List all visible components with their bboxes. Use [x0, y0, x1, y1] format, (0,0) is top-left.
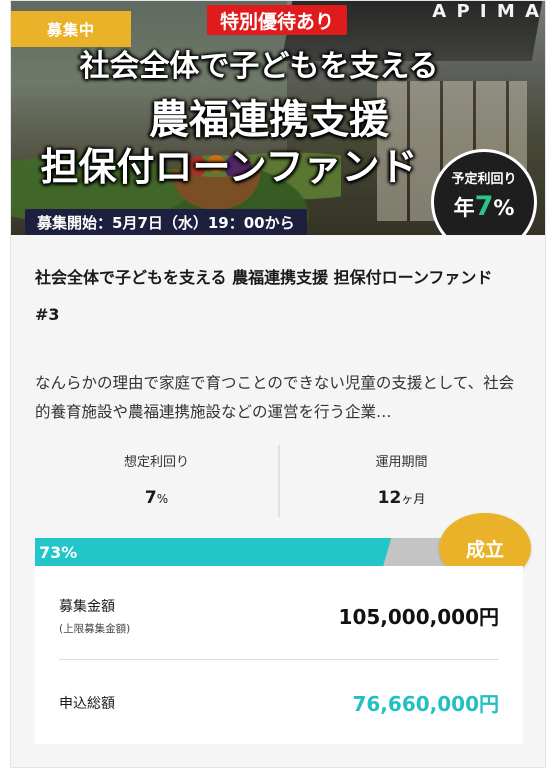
applied-amount-row: 申込総額 76,660,000円 [59, 660, 499, 744]
fund-stats: 想定利回り 7% 運用期間 12ヶ月 [35, 445, 523, 517]
amount-summary: 募集金額 (上限募集金額) 105,000,000円 申込総額 76,660,0… [35, 566, 523, 744]
progress-fill [35, 538, 391, 566]
fund-card[interactable]: 募集中 特別優待あり A P I M A 社会全体で子どもを支える 農福連携支援… [10, 0, 546, 768]
stat-yield-value: 7% [144, 488, 169, 508]
yield-circle-label: 予定利回り [451, 172, 517, 187]
stat-expected-yield: 想定利回り 7% [35, 445, 278, 517]
stat-operation-period: 運用期間 12ヶ月 [280, 445, 523, 517]
target-amount-sublabel: (上限募集金額) [59, 623, 131, 635]
hero-headline-line-1: 社会全体で子どもを支える [79, 49, 439, 84]
fund-description: なんらかの理由で家庭で育つことのできない児童の支援として、社会的養育施設や農福連… [35, 374, 515, 421]
fund-title-link[interactable]: 社会全体で子どもを支える 農福連携支援 担保付ローンファンド#3 [35, 259, 515, 333]
target-amount-value: 105,000,000円 [338, 605, 499, 629]
brand-logo: A P I M A [432, 1, 541, 22]
stat-period-value: 12ヶ月 [377, 488, 426, 508]
hero-banner-image[interactable]: 募集中 特別優待あり A P I M A 社会全体で子どもを支える 農福連携支援… [11, 1, 545, 235]
special-benefit-badge: 特別優待あり [207, 5, 347, 35]
target-amount-label: 募集金額 [59, 599, 115, 615]
stat-period-label: 運用期間 [375, 455, 428, 470]
target-amount-row: 募集金額 (上限募集金額) 105,000,000円 [59, 566, 499, 660]
applied-amount-value: 76,660,000円 [352, 692, 499, 716]
hero-headline-line-3: 担保付ローンファンド [40, 145, 418, 189]
stat-yield-label: 想定利回り [123, 455, 189, 470]
yield-circle-value: 年7% [453, 191, 515, 222]
recruitment-start-banner: 募集開始：5月7日（水）19：00から [25, 209, 307, 235]
applied-amount-label: 申込総額 [59, 696, 115, 712]
progress-percent-label: 73% [39, 542, 78, 562]
